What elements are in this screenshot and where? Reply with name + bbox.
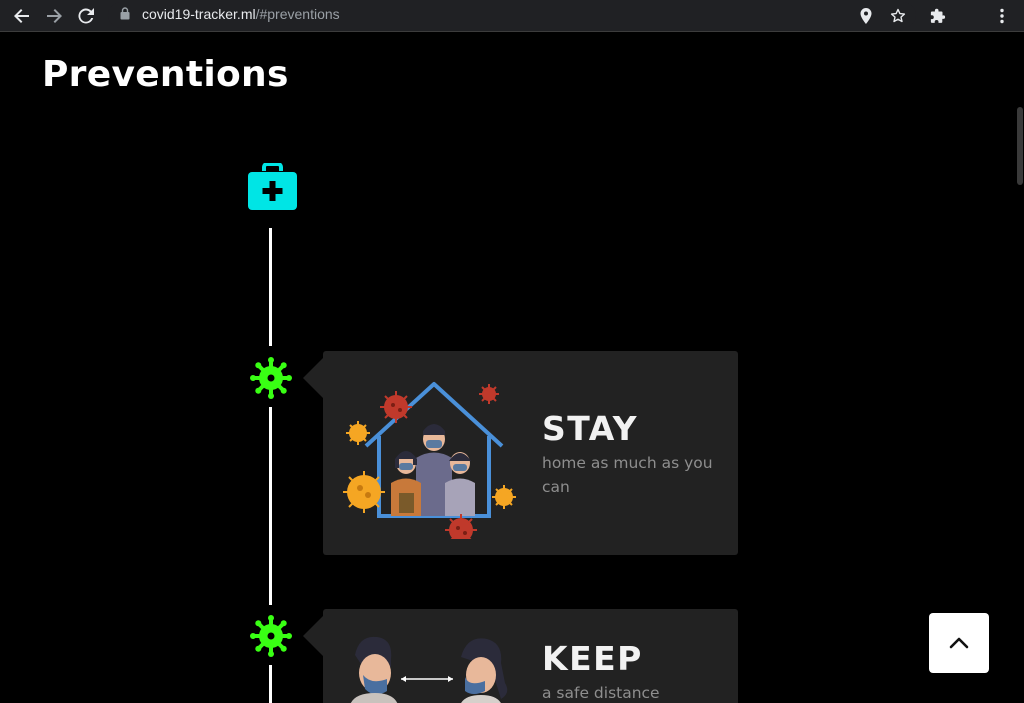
kebab-menu-icon bbox=[1000, 8, 1004, 24]
card-pointer bbox=[303, 358, 323, 398]
timeline-line bbox=[269, 665, 272, 703]
browser-menu-button[interactable] bbox=[992, 6, 1012, 26]
back-to-top-button[interactable] bbox=[929, 613, 989, 673]
location-button[interactable] bbox=[856, 6, 876, 26]
url-host: covid19-tracker.ml bbox=[142, 6, 256, 22]
scrollbar-thumb[interactable] bbox=[1017, 107, 1023, 185]
timeline-line bbox=[269, 407, 272, 605]
star-icon bbox=[890, 8, 906, 23]
first-aid-kit-icon bbox=[248, 163, 297, 210]
back-button[interactable] bbox=[10, 4, 34, 28]
bookmark-button[interactable] bbox=[888, 6, 908, 26]
extensions-button[interactable] bbox=[928, 6, 948, 26]
keep-distance-illustration bbox=[350, 636, 508, 703]
card-text: a safe distance bbox=[542, 684, 660, 702]
url-path: /#preventions bbox=[255, 6, 340, 22]
browser-toolbar: covid19-tracker.ml/#preventions bbox=[0, 0, 1024, 32]
page-content: Preventions STAY home as much as you can… bbox=[0, 32, 1024, 703]
scrollbar[interactable] bbox=[1016, 32, 1024, 703]
page-title: Preventions bbox=[42, 54, 289, 95]
url-text[interactable]: covid19-tracker.ml/#preventions bbox=[142, 6, 340, 22]
reload-icon bbox=[78, 8, 94, 24]
puzzle-icon bbox=[930, 8, 946, 23]
prevention-card-keep: KEEP a safe distance bbox=[323, 609, 738, 703]
virus-icon bbox=[250, 615, 292, 657]
location-pin-icon bbox=[860, 8, 872, 24]
stay-home-illustration bbox=[343, 382, 516, 539]
reload-button[interactable] bbox=[74, 4, 98, 28]
arrow-left-icon bbox=[14, 9, 29, 23]
card-heading: KEEP bbox=[542, 639, 643, 678]
lock-icon bbox=[120, 7, 130, 20]
arrow-right-icon bbox=[47, 9, 62, 23]
card-text: home as much as you can bbox=[542, 454, 713, 496]
prevention-card-stay: STAY home as much as you can bbox=[323, 351, 738, 555]
card-heading: STAY bbox=[542, 409, 638, 448]
card-pointer bbox=[303, 616, 323, 656]
forward-button[interactable] bbox=[42, 4, 66, 28]
chevron-up-icon bbox=[949, 637, 969, 649]
virus-icon bbox=[250, 357, 292, 399]
timeline-line bbox=[269, 228, 272, 346]
